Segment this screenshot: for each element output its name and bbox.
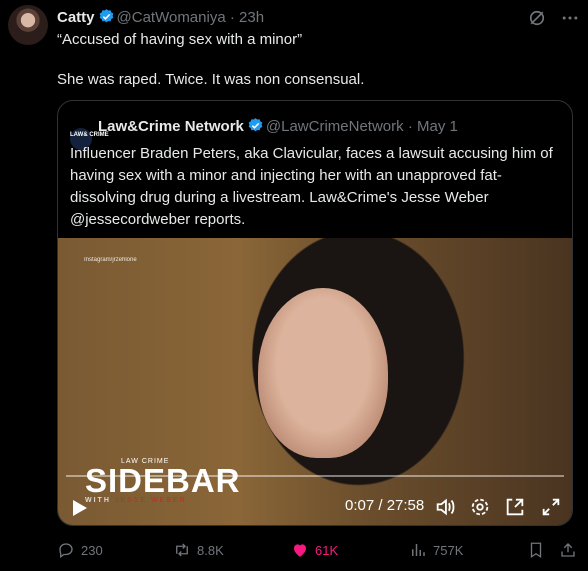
fullscreen-icon[interactable] [540,496,562,518]
settings-icon[interactable] [469,496,491,518]
like-count: 61K [315,542,339,558]
post-text-line: “Accused of having sex with a minor” [57,31,303,48]
reply-icon [59,543,73,559]
author-avatar[interactable] [8,5,48,45]
reply-count: 230 [81,542,103,558]
post-text: “Accused of having sex with a minor” She… [57,30,557,90]
video-credit: Instagram/jrzehlorie [84,257,137,263]
reply-button[interactable]: 230 [57,541,103,559]
author-handle[interactable]: @CatWomaniya [117,9,226,26]
quoted-post-text: Influencer Braden Peters, aka Clavicular… [70,145,553,228]
share-icon[interactable] [559,541,577,559]
quoted-post[interactable]: LAW& CRIMELaw&Crime Network @LawCrimeNetw… [57,100,573,526]
repost-button[interactable]: 8.8K [173,541,224,559]
verified-badge-icon [99,9,113,23]
grok-icon[interactable] [527,8,547,28]
author-name[interactable]: Catty [57,9,95,26]
views-button[interactable]: 757K [409,541,463,559]
verified-badge-icon [248,118,263,132]
picture-in-picture-icon[interactable] [504,496,526,518]
video-progress-bar[interactable] [66,475,564,477]
more-options-icon[interactable] [560,8,580,28]
views-count: 757K [433,542,464,558]
brand-host: JESSE WEBER [114,497,187,504]
video-player[interactable]: Instagram/jrzehlorie LAW CRIME SIDEBAR W… [58,238,572,525]
sidebar-brand: LAW CRIME SIDEBAR WITH JESSE WEBER [85,458,241,504]
post-time[interactable]: · 23h [230,9,264,26]
post-header: Catty @CatWomaniya · 23h [57,8,264,26]
brand-with: WITH [85,497,111,504]
quoted-author-handle[interactable]: @LawCrimeNetwork [266,118,404,135]
heart-icon [294,544,306,557]
volume-icon[interactable] [434,496,456,518]
bookmark-icon[interactable] [527,541,545,559]
video-timecode: 0:07 / 27:58 [345,497,425,514]
post-actions: 230 8.8K 61K 757K [57,541,577,561]
quoted-author-name[interactable]: Law&Crime Network [98,118,244,135]
video-thumbnail-face [258,288,388,458]
like-button[interactable]: 61K [291,541,338,559]
repost-icon [176,543,188,557]
brand-title: SIDEBAR [85,462,241,499]
views-icon [412,544,425,556]
quoted-post-date[interactable]: · May 1 [408,118,458,135]
play-icon[interactable] [72,499,88,517]
repost-count: 8.8K [197,542,224,558]
post-text-line: She was raped. Twice. It was non consens… [57,71,365,88]
